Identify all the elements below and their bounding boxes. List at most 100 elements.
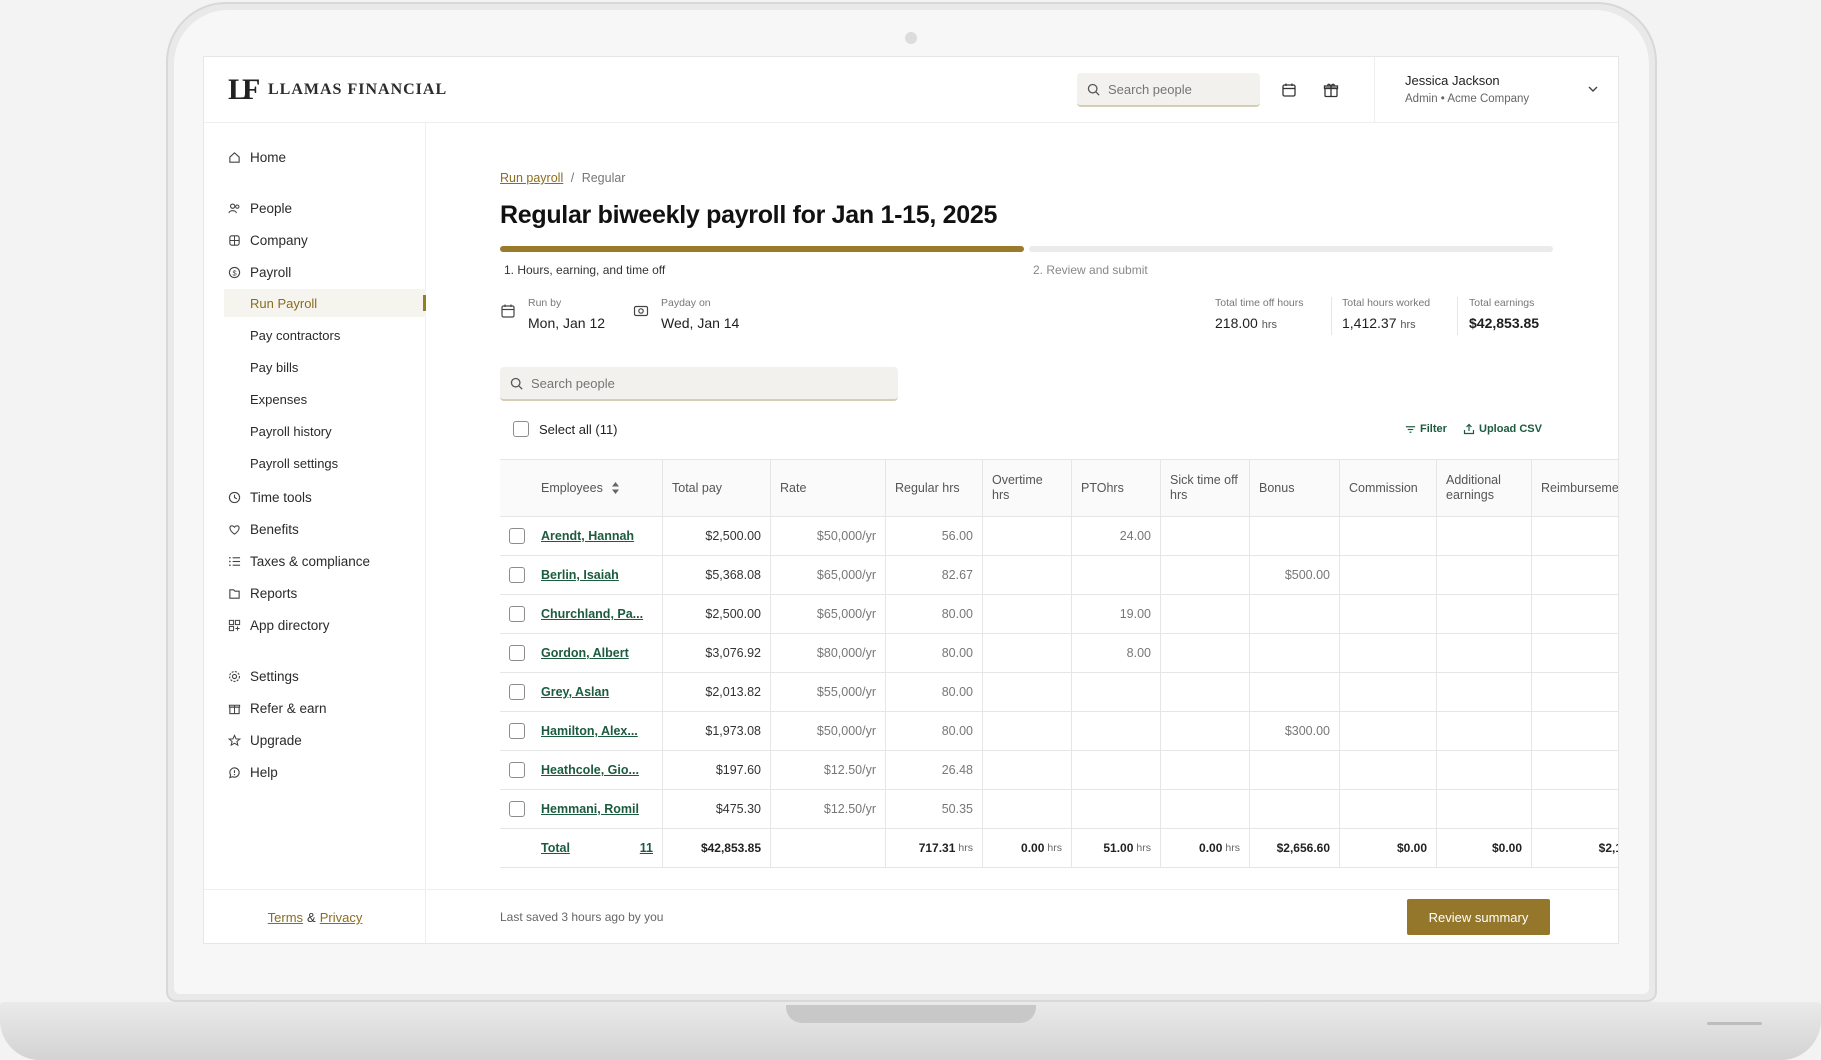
additional-earnings-cell[interactable] [1437, 790, 1532, 829]
sidebar-item-help[interactable]: Help [226, 760, 278, 784]
overtime-hrs-cell[interactable] [983, 751, 1072, 790]
total-link[interactable]: Total [541, 841, 570, 855]
pto-hrs-cell[interactable]: 19.00 [1072, 595, 1161, 634]
additional-earnings-cell[interactable] [1437, 634, 1532, 673]
sick-hrs-cell[interactable] [1161, 712, 1250, 751]
row-checkbox[interactable] [509, 801, 525, 817]
employee-link[interactable]: Heathcole, Gio... [541, 763, 639, 777]
reimbursement-cell[interactable] [1532, 751, 1618, 790]
sort-icon[interactable] [611, 481, 620, 495]
regular-hrs-cell[interactable]: 80.00 [886, 673, 983, 712]
sidebar-subitem-expenses[interactable]: Expenses [224, 385, 426, 413]
upload-csv-button[interactable]: Upload CSV [1463, 423, 1542, 435]
col-header-employees[interactable]: Employees [500, 459, 663, 517]
header-search-input[interactable] [1108, 81, 1248, 97]
sidebar-subitem-run-payroll[interactable]: Run Payroll [224, 289, 426, 317]
reimbursement-cell[interactable] [1532, 673, 1618, 712]
regular-hrs-cell[interactable]: 50.35 [886, 790, 983, 829]
reimbursement-cell[interactable] [1532, 595, 1618, 634]
sick-hrs-cell[interactable] [1161, 673, 1250, 712]
privacy-link[interactable]: Privacy [320, 910, 363, 925]
total-count-link[interactable]: 11 [640, 841, 653, 855]
employee-link[interactable]: Hamilton, Alex... [541, 724, 638, 738]
pto-hrs-cell[interactable]: 8.00 [1072, 634, 1161, 673]
sick-hrs-cell[interactable] [1161, 556, 1250, 595]
row-checkbox[interactable] [509, 567, 525, 583]
sidebar-item-taxes[interactable]: Taxes & compliance [226, 549, 370, 573]
row-checkbox[interactable] [509, 684, 525, 700]
calendar-icon[interactable] [1280, 81, 1298, 99]
regular-hrs-cell[interactable]: 80.00 [886, 595, 983, 634]
breadcrumb-run-payroll[interactable]: Run payroll [500, 171, 563, 185]
bonus-cell[interactable] [1250, 595, 1340, 634]
regular-hrs-cell[interactable]: 80.00 [886, 712, 983, 751]
reimbursement-cell[interactable] [1532, 712, 1618, 751]
row-checkbox[interactable] [509, 723, 525, 739]
review-summary-button[interactable]: Review summary [1407, 899, 1550, 935]
overtime-hrs-cell[interactable] [983, 790, 1072, 829]
pto-hrs-cell[interactable] [1072, 751, 1161, 790]
bonus-cell[interactable] [1250, 634, 1340, 673]
employee-link[interactable]: Grey, Aslan [541, 685, 609, 699]
regular-hrs-cell[interactable]: 26.48 [886, 751, 983, 790]
sidebar-subitem-payroll-history[interactable]: Payroll history [224, 417, 426, 445]
people-search-input[interactable] [531, 375, 871, 391]
overtime-hrs-cell[interactable] [983, 595, 1072, 634]
pto-hrs-cell[interactable] [1072, 712, 1161, 751]
commission-cell[interactable] [1340, 634, 1437, 673]
regular-hrs-cell[interactable]: 82.67 [886, 556, 983, 595]
bonus-cell[interactable] [1250, 790, 1340, 829]
pto-hrs-cell[interactable] [1072, 790, 1161, 829]
pto-hrs-cell[interactable] [1072, 556, 1161, 595]
sidebar-item-refer[interactable]: Refer & earn [226, 696, 327, 720]
row-checkbox[interactable] [509, 528, 525, 544]
terms-link[interactable]: Terms [268, 910, 303, 925]
overtime-hrs-cell[interactable] [983, 673, 1072, 712]
commission-cell[interactable] [1340, 790, 1437, 829]
sidebar-item-home[interactable]: Home [226, 145, 286, 169]
select-all-checkbox[interactable] [513, 421, 529, 437]
additional-earnings-cell[interactable] [1437, 556, 1532, 595]
reimbursement-cell[interactable] [1532, 517, 1618, 556]
chevron-down-icon[interactable] [1587, 83, 1599, 95]
sidebar-item-people[interactable]: People [226, 196, 292, 220]
commission-cell[interactable] [1340, 751, 1437, 790]
pto-hrs-cell[interactable]: 24.00 [1072, 517, 1161, 556]
overtime-hrs-cell[interactable] [983, 556, 1072, 595]
sidebar-item-upgrade[interactable]: Upgrade [226, 728, 302, 752]
sidebar-item-reports[interactable]: Reports [226, 581, 297, 605]
header-search[interactable] [1077, 73, 1260, 107]
step-1-label[interactable]: 1. Hours, earning, and time off [504, 263, 665, 277]
sidebar-item-time-tools[interactable]: Time tools [226, 485, 312, 509]
employee-link[interactable]: Berlin, Isaiah [541, 568, 619, 582]
reimbursement-cell[interactable] [1532, 634, 1618, 673]
sidebar-subitem-pay-bills[interactable]: Pay bills [224, 353, 426, 381]
employee-link[interactable]: Gordon, Albert [541, 646, 629, 660]
sidebar-subitem-pay-contractors[interactable]: Pay contractors [224, 321, 426, 349]
overtime-hrs-cell[interactable] [983, 712, 1072, 751]
sidebar-item-settings[interactable]: Settings [226, 664, 299, 688]
select-all[interactable]: Select all (11) [513, 421, 618, 437]
sick-hrs-cell[interactable] [1161, 634, 1250, 673]
people-search[interactable] [500, 367, 898, 401]
sidebar-subitem-payroll-settings[interactable]: Payroll settings [224, 449, 426, 477]
gift-icon[interactable] [1322, 81, 1340, 99]
commission-cell[interactable] [1340, 595, 1437, 634]
sidebar-item-company[interactable]: Company [226, 228, 308, 252]
bonus-cell[interactable]: $300.00 [1250, 712, 1340, 751]
sidebar-item-payroll[interactable]: $ Payroll [226, 260, 291, 284]
sick-hrs-cell[interactable] [1161, 517, 1250, 556]
employee-link[interactable]: Hemmani, Romil [541, 802, 639, 816]
sick-hrs-cell[interactable] [1161, 751, 1250, 790]
brand-logo[interactable]: LF LLAMAS FINANCIAL [228, 73, 447, 107]
bonus-cell[interactable] [1250, 751, 1340, 790]
bonus-cell[interactable] [1250, 673, 1340, 712]
regular-hrs-cell[interactable]: 80.00 [886, 634, 983, 673]
user-menu[interactable]: Jessica Jackson Admin • Acme Company [1374, 57, 1618, 123]
employee-link[interactable]: Arendt, Hannah [541, 529, 634, 543]
overtime-hrs-cell[interactable] [983, 634, 1072, 673]
bonus-cell[interactable]: $500.00 [1250, 556, 1340, 595]
additional-earnings-cell[interactable] [1437, 517, 1532, 556]
additional-earnings-cell[interactable] [1437, 712, 1532, 751]
step-2-label[interactable]: 2. Review and submit [1033, 263, 1148, 277]
